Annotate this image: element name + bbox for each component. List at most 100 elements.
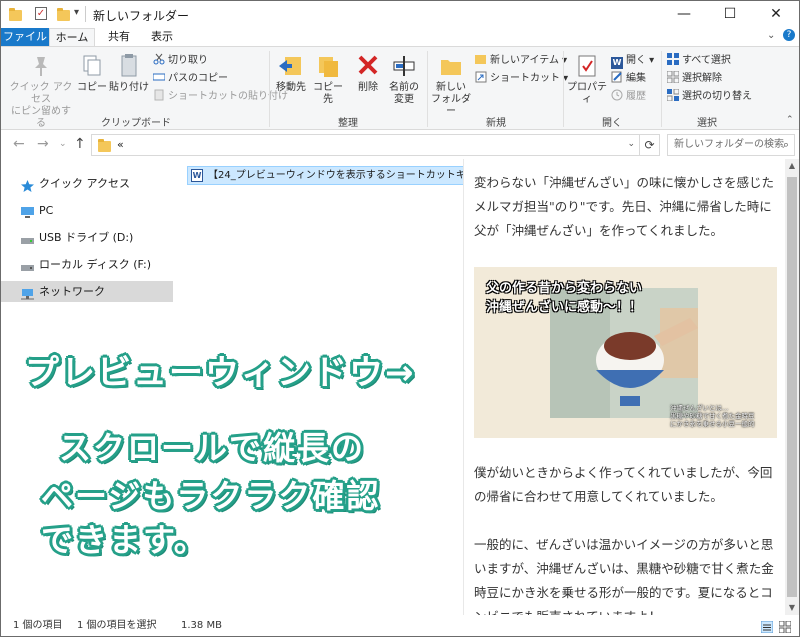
open-group-label: 開く	[602, 118, 622, 129]
preview-pane[interactable]: 変わらない「沖縄ぜんざい」の味に懐かしさを感じたメルマガ担当"のり"です。先日、…	[463, 159, 785, 615]
tab-file[interactable]: ファイル	[1, 28, 49, 46]
edit-button[interactable]: 編集	[611, 71, 646, 87]
invert-selection-button[interactable]: 選択の切り替え	[666, 88, 752, 105]
scroll-thumb[interactable]	[787, 177, 797, 597]
annotation-line: プレビューウィンドウ→	[25, 353, 416, 393]
recent-locations-icon[interactable]: ⌄	[59, 139, 67, 149]
rename-label: 名前の 変更	[389, 82, 419, 105]
nav-item-pc[interactable]: PC	[1, 200, 173, 221]
scroll-down-icon[interactable]: ▼	[785, 601, 799, 615]
open-label: 開く	[626, 55, 646, 66]
status-size: 1.38 MB	[181, 620, 222, 631]
edit-icon	[611, 71, 623, 83]
forward-arrow-icon[interactable]: →	[37, 136, 49, 152]
paste-label: 貼り付け	[109, 82, 149, 93]
delete-button[interactable]: 削除	[352, 53, 384, 94]
scissors-icon	[153, 53, 165, 65]
address-bar[interactable]: « ⌄	[91, 134, 640, 156]
nav-item-local-disk[interactable]: ローカル ディスク (F:)	[1, 254, 173, 275]
annotation-line: ページもラクラク確認	[41, 477, 381, 515]
copy-to-label: コピー先	[313, 82, 343, 105]
copy-button[interactable]: コピー	[77, 53, 107, 94]
shortcut-label: ショートカット	[490, 73, 560, 84]
collapse-ribbon-icon[interactable]: ⌄	[767, 30, 775, 41]
select-none-button[interactable]: 選択解除	[666, 70, 722, 87]
new-item-label: 新しいアイテム	[490, 55, 559, 66]
new-folder-label: 新しい フォルダー	[431, 82, 471, 117]
preview-scrollbar[interactable]: ▲ ▼	[785, 159, 799, 615]
copy-path-button[interactable]: パスのコピー	[152, 71, 228, 87]
preview-paragraph: 僕が幼いときからよく作ってくれていましたが、今回の帰省に合わせて用意してくれてい…	[474, 465, 773, 504]
open-button[interactable]: W 開く ▾	[611, 53, 654, 69]
new-item-button[interactable]: 新しいアイテム ▾	[475, 53, 567, 69]
help-icon[interactable]: ?	[783, 29, 795, 41]
nav-item-usb-drive[interactable]: USB ドライブ (D:)	[1, 227, 173, 248]
properties-quick-icon[interactable]: ✓	[35, 7, 47, 20]
move-to-button[interactable]: 移動先	[273, 53, 309, 94]
paste-button[interactable]: 貼り付け	[109, 53, 149, 94]
nav-label: クイック アクセス	[39, 177, 130, 190]
copy-to-icon	[314, 53, 342, 79]
rename-button[interactable]: 名前の 変更	[386, 53, 422, 106]
tab-home[interactable]: ホーム	[49, 28, 95, 47]
search-input[interactable]: 新しいフォルダーの検索 ⌕	[667, 134, 795, 156]
preview-paragraph: 変わらない「沖縄ぜんざい」の味に懐かしさを感じたメルマガ担当"のり"です。先日、…	[474, 175, 775, 238]
search-icon: ⌕	[782, 138, 789, 151]
properties-button[interactable]: プロパティ	[567, 53, 607, 106]
ribbon-separator	[563, 51, 564, 127]
ribbon-separator	[269, 51, 270, 127]
new-folder-icon	[437, 53, 465, 79]
ribbon-separator	[427, 51, 428, 127]
cut-button[interactable]: 切り取り	[153, 53, 208, 69]
easy-access-button[interactable]: ショートカット ▾	[475, 71, 568, 87]
select-all-button[interactable]: すべて選択	[667, 53, 731, 69]
status-bar: 1 個の項目 1 個の項目を選択 1.38 MB	[1, 615, 799, 636]
image-caption-line: 父の作る昔から変わらない	[486, 281, 643, 296]
address-dropdown-icon[interactable]: ⌄	[627, 139, 635, 149]
cut-label: 切り取り	[168, 55, 208, 66]
customize-quick-access-icon[interactable]: ▾	[74, 7, 79, 18]
nav-item-quick-access[interactable]: クイック アクセス	[1, 173, 173, 194]
refresh-button[interactable]: ⟳	[640, 134, 660, 156]
image-caption: 父の作る昔から変わらない 沖縄ぜんざいに感動〜！！	[486, 279, 642, 317]
new-folder-button[interactable]: 新しい フォルダー	[431, 53, 471, 118]
explorer-window: ✓ ▾ 新しいフォルダー — ☐ ✕ ファイル ホーム 共有 表示 ⌄ ? クイ…	[0, 0, 800, 637]
close-button[interactable]: ✕	[753, 1, 799, 28]
tab-share[interactable]: 共有	[101, 28, 137, 46]
details-view-icon[interactable]	[760, 620, 774, 634]
computer-icon	[21, 205, 34, 218]
ribbon-tabs: ファイル ホーム 共有 表示 ⌄ ?	[1, 28, 799, 47]
minimize-button[interactable]: —	[661, 1, 707, 28]
image-small-caption-line: にかき氷を乗せる小豆一般的	[670, 420, 755, 428]
move-to-label: 移動先	[276, 82, 306, 93]
back-arrow-icon[interactable]: ←	[13, 136, 25, 152]
status-item-count: 1 個の項目	[13, 620, 63, 631]
large-icons-view-icon[interactable]	[778, 620, 792, 634]
nav-item-network[interactable]: ネットワーク	[1, 281, 173, 302]
history-icon	[611, 89, 623, 101]
folder-icon	[9, 8, 22, 21]
new-folder-quick-icon[interactable]	[57, 8, 70, 21]
paste-shortcut-button[interactable]: ショートカットの貼り付け	[153, 89, 288, 105]
history-button[interactable]: 履歴	[611, 89, 646, 105]
address-path: «	[117, 138, 124, 151]
collapse-ribbon-icon[interactable]: ⌃	[786, 115, 794, 125]
copy-to-button[interactable]: コピー先	[310, 53, 346, 106]
nav-label: USB ドライブ (D:)	[39, 231, 134, 244]
organize-group-label: 整理	[338, 118, 358, 129]
select-group-label: 選択	[697, 118, 717, 129]
maximize-button[interactable]: ☐	[707, 1, 753, 28]
annotation-line: スクロールで縦長の	[59, 429, 366, 467]
status-selected: 1 個の項目を選択	[77, 620, 157, 631]
ribbon-separator	[661, 51, 662, 127]
paste-shortcut-icon	[153, 89, 165, 101]
up-arrow-icon[interactable]: ↑	[74, 136, 86, 152]
drive-icon	[21, 259, 34, 271]
invert-selection-label: 選択の切り替え	[682, 91, 752, 102]
tab-view[interactable]: 表示	[144, 28, 180, 46]
invert-selection-icon	[666, 88, 680, 102]
select-none-label: 選択解除	[682, 73, 722, 84]
scroll-up-icon[interactable]: ▲	[785, 159, 799, 173]
image-small-caption-line: 沖縄ぜんざいとは…	[670, 404, 729, 412]
paste-shortcut-label: ショートカットの貼り付け	[168, 91, 288, 102]
